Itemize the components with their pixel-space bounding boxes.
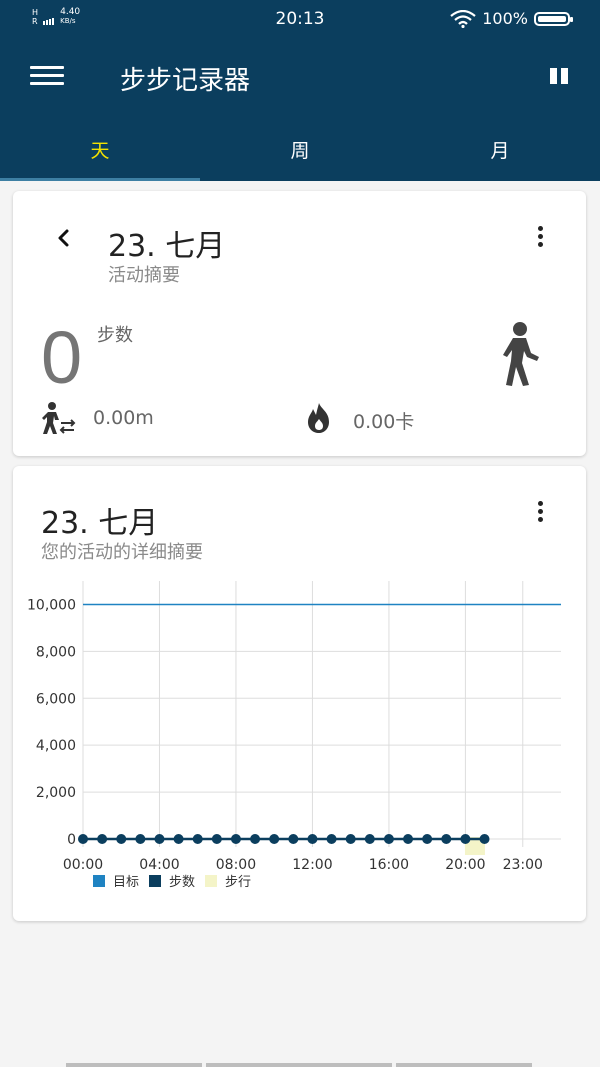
steps-point [230,834,241,844]
steps-point [192,834,203,844]
detail-subtitle: 您的活动的详细摘要 [41,542,203,563]
y-tick-label: 8,000 [36,644,76,660]
activity-detail-card: 23. 七月 您的活动的详细摘要 10,000 8,000 6,000 4,000 2,… [13,466,586,921]
more-vert-icon[interactable] [533,226,547,252]
steps-point [135,834,146,844]
more-vert-icon[interactable] [533,501,547,527]
status-bar: H R 4.40 KB/s 20:13 100% [0,0,600,40]
fire-icon [308,403,329,433]
x-tick-label: 16:00 [369,857,409,873]
menu-icon[interactable] [30,66,64,90]
y-tick-label: 2,000 [36,785,76,801]
y-tick-label: 4,000 [36,738,76,754]
step-chart-svg: 10,0008,0006,0004,0002,000000:00 04:00 08:… [27,581,561,873]
x-tick-label: 23:00 [503,857,543,873]
legend-walk: 步行 [205,871,251,890]
step-chart: 10,000 8,000 6,000 4,000 2,000 0 00:00 04:00 08:… [13,576,586,896]
app-bar: 步步记录器 [0,40,600,120]
steps-point [307,834,318,844]
distance-value: 0.00m [93,407,154,429]
bottom-bar-segment [206,1063,392,1067]
tab-indicator [0,178,200,181]
chevron-left-icon[interactable] [53,227,75,249]
app-title: 步步记录器 [120,66,251,96]
steps-point [345,834,356,844]
distance-walker-icon [42,402,76,434]
step-count: 0 [41,316,83,399]
steps-point [97,834,108,844]
steps-point [78,834,88,844]
y-tick-label: 0 [67,832,76,848]
summary-date: 23. 七月 [108,229,226,264]
bottom-bar-segment [396,1063,532,1067]
steps-point [269,834,280,844]
steps-point [154,834,165,844]
battery-percent: 100% [482,9,528,28]
steps-point [250,834,261,844]
steps-point [479,834,490,844]
summary-subtitle: 活动摘要 [108,265,180,286]
battery-icon [534,11,573,26]
steps-point [326,834,337,844]
steps-point [288,834,299,844]
walking-person-icon [503,322,539,386]
tab-bar: 天 周 月 [0,120,600,181]
legend-label-steps: 步数 [169,875,196,890]
x-tick-label: 12:00 [292,857,332,873]
tab-month[interactable]: 月 [400,136,600,163]
legend-swatch-goal [93,874,105,887]
bottom-bar-segment [66,1063,202,1067]
tab-week[interactable]: 周 [200,136,400,163]
y-tick-label: 6,000 [36,691,76,707]
x-tick-label: 20:00 [445,857,485,873]
steps-point [403,834,414,844]
calories-value: 0.00卡 [353,411,415,433]
detail-date: 23. 七月 [41,506,159,541]
legend-label-goal: 目标 [113,875,140,890]
legend-label-walk: 步行 [225,875,252,890]
legend-swatch-walk [205,874,218,887]
legend-goal: 目标 [93,871,139,890]
pause-icon[interactable] [550,68,570,86]
steps-point [173,834,184,844]
chart-legend: 目标 步数 步行 [93,871,261,890]
step-count-label: 步数 [97,325,133,346]
steps-point [211,834,222,844]
wifi-icon [450,9,476,28]
steps-point [383,834,394,844]
steps-point [116,834,127,844]
steps-point [441,834,452,844]
legend-swatch-steps [149,874,162,887]
steps-point [460,834,471,844]
activity-summary-card: 23. 七月 活动摘要 0 步数 0.00m 0.00卡 [13,191,586,456]
steps-point [364,834,375,844]
y-tick-label: 10,000 [27,597,76,613]
tab-day[interactable]: 天 [0,136,200,163]
steps-point [422,834,433,844]
legend-steps: 步数 [149,871,195,890]
